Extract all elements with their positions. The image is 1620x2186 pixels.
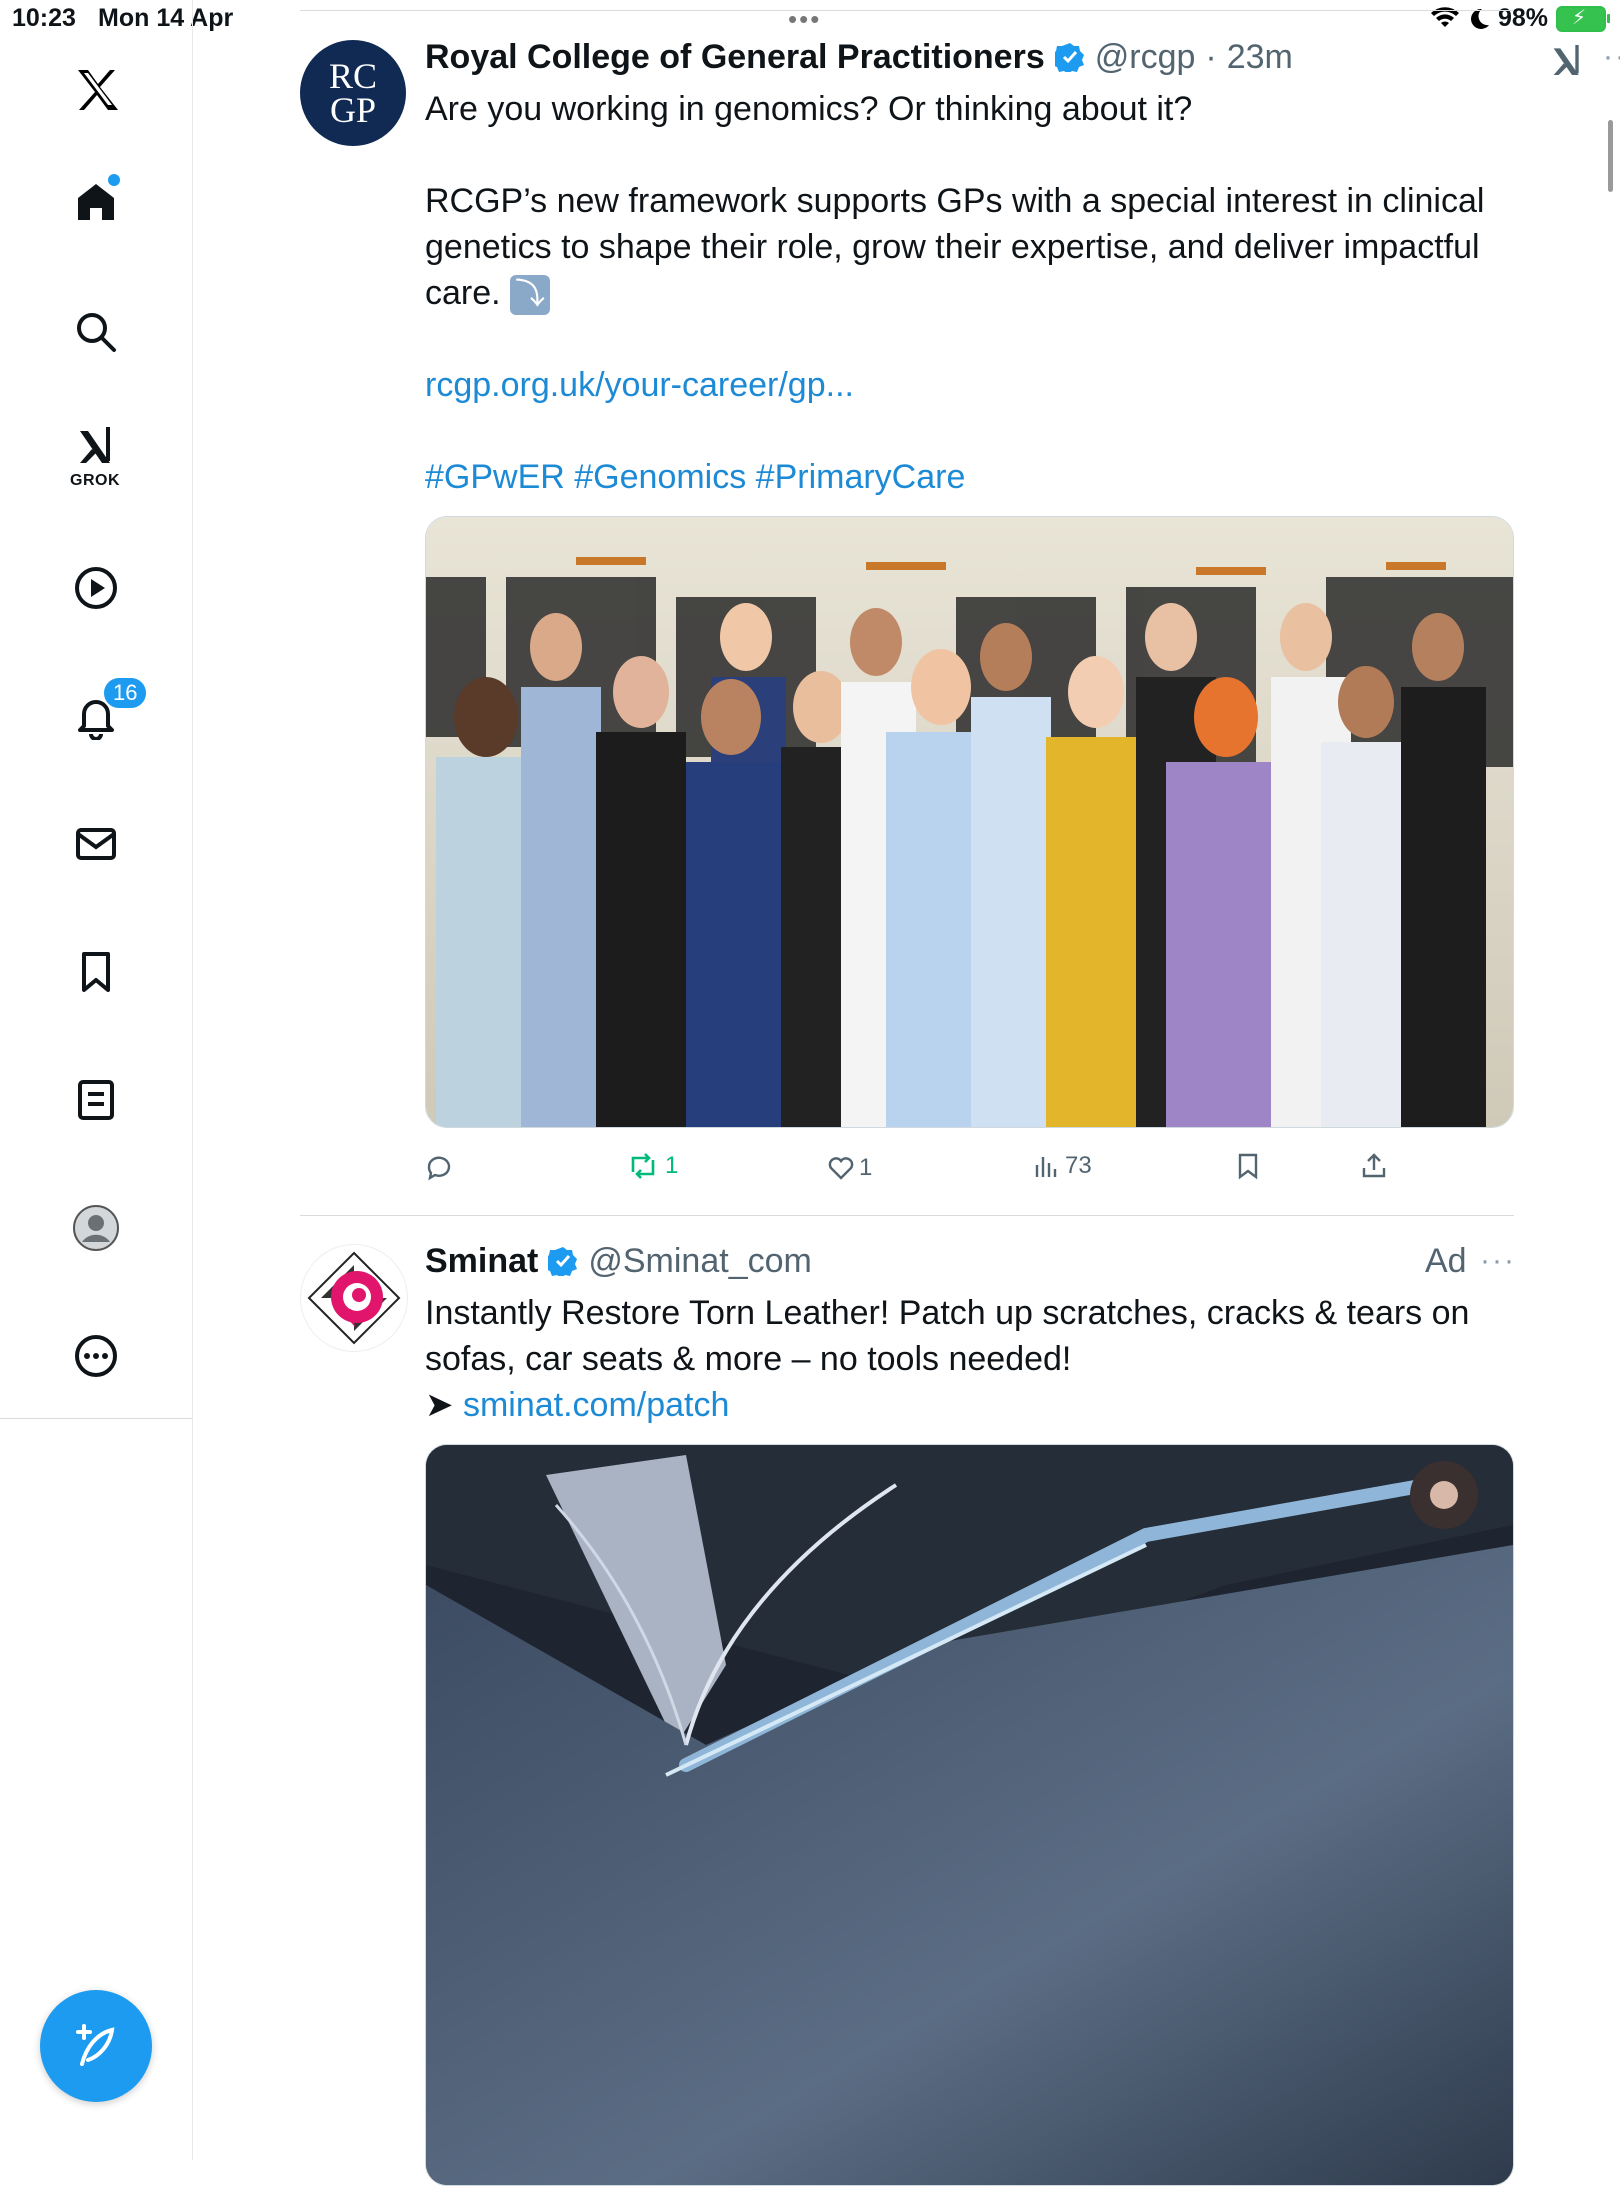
more-options-icon[interactable] (64, 1324, 128, 1388)
ad-link-row: ➤ sminat.com/patch (425, 1382, 1514, 1428)
like-button[interactable]: 1 (827, 1154, 872, 1182)
avatar-sminat[interactable] (300, 1244, 408, 1352)
separator-dot: · (1205, 38, 1217, 76)
tweet-image[interactable] (425, 516, 1514, 1128)
tweet-header: Royal College of General Practitioners @… (425, 38, 1514, 86)
tweet-link[interactable]: rcgp.org.uk/your-career/gp... (425, 362, 1514, 408)
retweet-icon (631, 1153, 655, 1179)
sidebar-divider (0, 1418, 192, 1419)
compose-post-button[interactable] (40, 1990, 152, 2102)
heart-icon (828, 1157, 854, 1180)
x-logo-icon[interactable] (64, 58, 128, 122)
notifications-badge: 16 (102, 676, 149, 710)
notifications-bell-icon[interactable]: 16 (64, 676, 149, 748)
views-chart-icon (1035, 1157, 1057, 1177)
retweet-button[interactable]: 1 (627, 1152, 678, 1180)
tweet-hashtags[interactable]: #GPwER #Genomics #PrimaryCare (425, 454, 1514, 500)
avatar-text-line1: RC (328, 56, 378, 96)
status-bar: 10:23 Mon 14 Apr ••• 98% ⚡ (0, 0, 1620, 40)
messages-envelope-icon[interactable] (64, 812, 128, 876)
retweet-count: 1 (665, 1152, 679, 1179)
views-count: 73 (1065, 1152, 1092, 1179)
profile-avatar-icon[interactable] (64, 1196, 128, 1260)
tweet-text: Are you working in genomics? Or thinking… (425, 86, 1514, 316)
ad-video[interactable] (425, 1444, 1514, 2186)
tweet-text-content: Are you working in genomics? Or thinking… (425, 90, 1485, 312)
grok-explain-icon[interactable] (1547, 40, 1587, 80)
video-play-icon[interactable] (64, 556, 128, 620)
tweet-actions: 1 1 73 (425, 1150, 1512, 1190)
avatar-rcgp[interactable]: RC GP (300, 40, 406, 146)
author-name[interactable]: Sminat (425, 1242, 538, 1281)
tweet-time: 23m (1226, 38, 1293, 76)
home-dot-badge (108, 174, 120, 186)
tweet-sminat-ad[interactable]: Sminat @Sminat_com Ad ··· Instantly Rest… (300, 1242, 1516, 2186)
verified-badge-icon (548, 1247, 578, 1276)
author-handle[interactable]: @Sminat_com (588, 1242, 811, 1281)
sminat-logo (307, 1251, 401, 1345)
like-count: 1 (859, 1154, 873, 1181)
compose-feather-icon (76, 2024, 115, 2066)
tweet-more-icon[interactable]: ··· (1480, 1244, 1516, 1278)
tweet-more-icon[interactable]: ··· (1603, 40, 1620, 74)
grok-label: GROK (70, 472, 120, 489)
tweet-divider (300, 1215, 1514, 1216)
ad-label: Ad (1425, 1242, 1467, 1280)
tweet-header: Sminat @Sminat_com (425, 1242, 1514, 1290)
author-handle[interactable]: @rcgp (1095, 38, 1196, 77)
author-name[interactable]: Royal College of General Practitioners (425, 38, 1045, 77)
lists-icon[interactable] (64, 1068, 128, 1132)
reply-button[interactable] (425, 1154, 459, 1182)
scrollbar[interactable] (1608, 120, 1613, 192)
arrow-prefix: ➤ (425, 1386, 454, 1424)
sidebar: GROK 16 (0, 0, 193, 2160)
bookmark-icon (1238, 1153, 1258, 1180)
avatar-text-line2: GP (329, 90, 377, 130)
group-photo-image (426, 517, 1513, 1127)
status-right: 98% ⚡ (1430, 4, 1610, 33)
arrow-down-right-emoji: ⤵ (510, 275, 551, 316)
multitask-dots-icon[interactable]: ••• (788, 4, 821, 35)
reply-icon (427, 1156, 451, 1181)
ad-link[interactable]: sminat.com/patch (463, 1386, 729, 1424)
verified-badge-icon (1054, 43, 1084, 72)
share-icon (1362, 1153, 1386, 1178)
feed-top-divider (300, 10, 1514, 11)
bookmarks-icon[interactable] (64, 940, 128, 1004)
leather-repair-image (426, 1445, 1513, 2185)
bookmark-button[interactable] (1235, 1152, 1261, 1185)
tweet-rcgp[interactable]: RC GP Royal College of General Practitio… (300, 38, 1620, 1208)
home-icon[interactable] (64, 170, 128, 234)
tweet-text: Instantly Restore Torn Leather! Patch up… (425, 1294, 1479, 1378)
views-button[interactable]: 73 (1033, 1152, 1092, 1180)
battery-icon: ⚡ (1556, 5, 1610, 32)
search-icon[interactable] (64, 300, 128, 364)
grok-icon[interactable]: GROK (64, 420, 128, 489)
battery-percent: 98% (1497, 4, 1548, 32)
share-button[interactable] (1360, 1152, 1388, 1185)
